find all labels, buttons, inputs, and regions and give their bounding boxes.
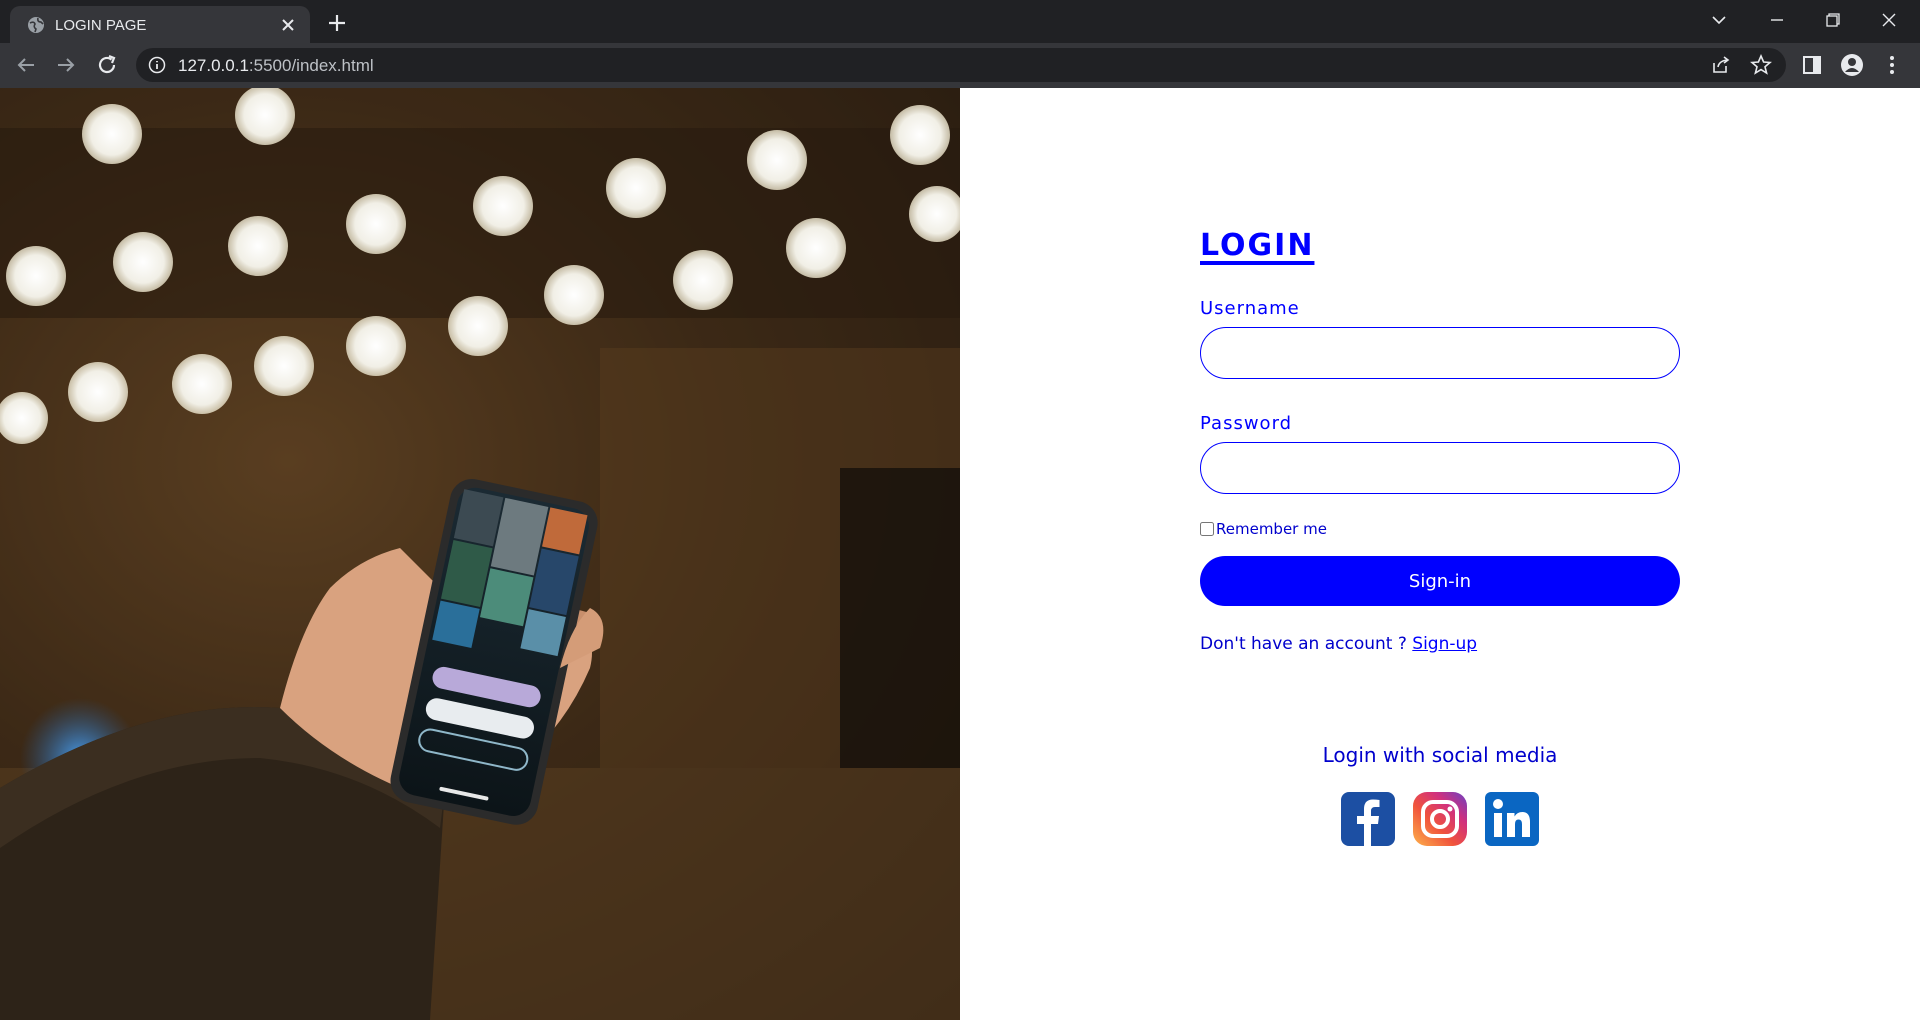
linkedin-icon[interactable]: [1484, 791, 1540, 847]
hero-image: [0, 88, 960, 1020]
login-heading: LOGIN: [1200, 228, 1315, 263]
tab-title: LOGIN PAGE: [55, 17, 147, 34]
reload-icon[interactable]: [95, 53, 119, 77]
social-login-heading: Login with social media: [1322, 743, 1558, 767]
password-input[interactable]: [1200, 442, 1680, 494]
share-icon[interactable]: [1710, 54, 1732, 76]
facebook-icon[interactable]: [1340, 791, 1396, 847]
forward-icon[interactable]: [54, 53, 78, 77]
browser-tab-strip: LOGIN PAGE: [0, 0, 1920, 43]
hero-photo-illustration: [0, 88, 960, 1020]
profile-icon[interactable]: [1840, 53, 1864, 77]
menu-kebab-icon[interactable]: [1880, 53, 1904, 77]
page-viewport: LOGIN Username Password Remember me Sign…: [0, 88, 1920, 1020]
password-label: Password: [1200, 413, 1293, 434]
close-tab-icon[interactable]: [278, 15, 298, 35]
remember-me-row[interactable]: Remember me: [1200, 520, 1680, 538]
sign-in-button[interactable]: Sign-in: [1200, 556, 1680, 606]
minimize-button[interactable]: [1754, 0, 1800, 40]
username-label: Username: [1200, 298, 1300, 319]
signup-prompt: Don't have an account ? Sign-up: [1200, 634, 1680, 654]
browser-tab[interactable]: LOGIN PAGE: [10, 6, 310, 43]
side-panel-icon[interactable]: [1800, 53, 1824, 77]
social-icons-row: [1200, 791, 1680, 847]
sign-up-link[interactable]: Sign-up: [1412, 634, 1477, 654]
close-icon: [1882, 13, 1896, 27]
username-input[interactable]: [1200, 327, 1680, 379]
remember-me-label: Remember me: [1216, 520, 1327, 538]
remember-me-checkbox[interactable]: [1200, 522, 1214, 536]
back-icon[interactable]: [14, 53, 38, 77]
chevron-down-icon: [1712, 16, 1726, 25]
tab-search-button[interactable]: [1696, 0, 1742, 40]
url-path: :5500/index.html: [248, 56, 374, 75]
browser-toolbar: 127.0.0.1:5500/index.html: [0, 43, 1920, 88]
no-account-text: Don't have an account ?: [1200, 634, 1413, 654]
info-icon[interactable]: [148, 56, 166, 74]
url-host: 127.0.0.1: [178, 56, 249, 75]
restore-icon: [1826, 13, 1840, 27]
bookmark-star-icon[interactable]: [1750, 54, 1772, 76]
login-form: LOGIN Username Password Remember me Sign…: [1200, 228, 1680, 654]
social-login: Login with social media: [1200, 743, 1680, 847]
minimize-icon: [1771, 19, 1783, 21]
close-window-button[interactable]: [1866, 0, 1912, 40]
instagram-icon[interactable]: [1412, 791, 1468, 847]
address-bar[interactable]: 127.0.0.1:5500/index.html: [136, 48, 1786, 82]
globe-icon: [28, 17, 44, 33]
new-tab-icon[interactable]: [324, 10, 350, 36]
url-text[interactable]: 127.0.0.1:5500/index.html: [178, 56, 374, 76]
restore-button[interactable]: [1810, 0, 1856, 40]
